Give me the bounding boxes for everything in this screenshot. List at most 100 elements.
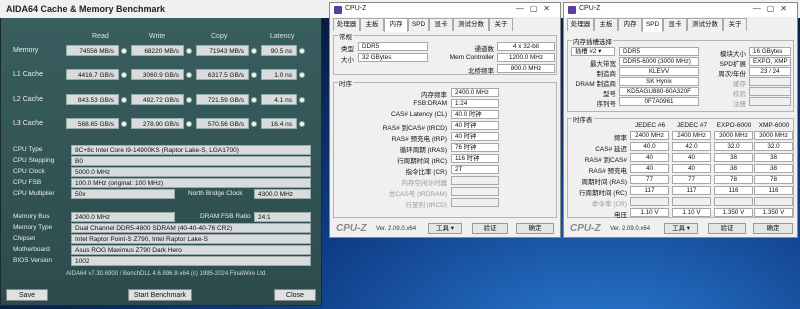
tab-graphics[interactable]: 显卡 [429, 18, 453, 31]
group-title: 内存插槽选择 [572, 36, 613, 46]
table-cell: 116 [754, 186, 793, 195]
correction-label: 校验 [733, 91, 746, 98]
table-cell: 2400 MHz [630, 131, 669, 140]
group-title: 时序 [338, 78, 353, 88]
tab-mainboard[interactable]: 主板 [360, 18, 384, 31]
tab-processor[interactable]: 处理器 [567, 18, 594, 31]
table-cell [630, 197, 669, 206]
cpuz-memory-window: CPU-Z —▢✕ 处理器 主板 内存 SPD 显卡 测试分数 关于 常规 类型… [329, 2, 561, 238]
table-cell [672, 197, 711, 206]
status-dot [121, 121, 127, 127]
status-dot [251, 72, 257, 78]
table-cell: 38 [714, 153, 753, 162]
table-cell: 77 [672, 175, 711, 184]
tab-bench[interactable]: 测试分数 [687, 18, 723, 31]
save-button[interactable]: Save [6, 289, 48, 301]
registered-label: 注册 [733, 101, 746, 108]
tab-memory[interactable]: 内存 [618, 18, 642, 31]
cpu-stepping-value: B0 [71, 156, 311, 166]
timing-label-disabled: 总CAS号 (tRDRAM) [388, 191, 447, 198]
column-header-latency: Latency [270, 33, 295, 40]
timing-label: FSB:DRAM [413, 100, 447, 107]
validate-button[interactable]: 验证 [472, 223, 508, 234]
cpuz-logo: CPU-Z [336, 223, 367, 234]
version-text: Ver. 2.09.0.x64 [610, 226, 651, 232]
table-cell: 3000 MHz [714, 131, 753, 140]
ok-button[interactable]: 确定 [753, 223, 793, 234]
close-button[interactable]: Close [274, 289, 316, 301]
column-header: JEDEC #7 [676, 122, 708, 129]
timings-group: 时序 内存频率 2400.0 MHz FSB:DRAM 1:24 CAS# La… [333, 78, 557, 218]
memory-latency-value: 90.5 ns [261, 45, 297, 56]
column-header: XMP-6000 [758, 122, 790, 129]
l2-read-value: 843.53 GB/s [66, 94, 119, 105]
max-bandwidth-value: DDR5-6000 (3000 MHz) [619, 57, 699, 66]
cpuz-logo: CPU-Z [570, 223, 601, 234]
cpu-fsb-label: CPU FSB [13, 179, 42, 186]
table-cell: 40 [672, 164, 711, 173]
status-dot [186, 121, 192, 127]
tab-spd[interactable]: SPD [642, 18, 663, 32]
channels-label: 通道数 [474, 46, 495, 53]
timing-value: 40.0 时钟 [451, 110, 499, 119]
status-dot [186, 72, 192, 78]
memory-read-value: 74556 MB/s [66, 45, 119, 56]
table-cell: 40 [630, 164, 669, 173]
cpuz-window-title: CPU-Z [579, 5, 601, 12]
group-title: 常规 [338, 31, 353, 41]
l2-latency-value: 4.1 ns [261, 94, 297, 105]
week-year-label: 周次/年份 [718, 71, 746, 78]
slot-group: 内存插槽选择 插槽 #2 ▾ DDR5 模块大小 16 GBytes 最大带宽 … [567, 36, 794, 112]
tab-memory[interactable]: 内存 [384, 18, 408, 32]
module-size-value: 16 GBytes [749, 47, 791, 56]
timing-label: RAS# 预充电 (tRP) [391, 136, 447, 143]
tools-button[interactable]: 工具 ▾ [664, 223, 698, 234]
validate-button[interactable]: 验证 [708, 223, 746, 234]
dram-manufacturer-value: SK Hynix [619, 77, 699, 86]
row-label: 电压 [614, 212, 627, 219]
tab-about[interactable]: 关于 [489, 18, 513, 31]
timing-value: 40 时钟 [451, 132, 499, 141]
window-controls-icon[interactable]: —▢✕ [753, 4, 793, 13]
row-label: 行周期时间 (RC) [578, 190, 627, 197]
row-label: 频率 [614, 135, 627, 142]
manufacturer-value: KLEVV [619, 67, 699, 76]
timing-value: 116 时钟 [451, 154, 499, 163]
tab-bench[interactable]: 测试分数 [453, 18, 489, 31]
tab-about[interactable]: 关于 [723, 18, 747, 31]
window-controls-icon[interactable]: —▢✕ [516, 4, 556, 13]
dram-fsb-ratio-label: DRAM:FSB Ratio [200, 213, 251, 220]
tab-processor[interactable]: 处理器 [333, 18, 360, 31]
start-benchmark-button[interactable]: Start Benchmark [128, 289, 192, 301]
northbridge-freq-value: 800.0 MHz [497, 64, 555, 73]
memory-bus-label: Memory Bus [13, 213, 50, 220]
tools-label: 工具 [435, 225, 449, 232]
row-label: CAS# 延迟 [595, 146, 627, 153]
channels-value: 4 x 32-bit [497, 42, 555, 51]
tab-graphics[interactable]: 显卡 [663, 18, 687, 31]
row-label: RAS# 到CAS# [584, 157, 627, 164]
ok-button[interactable]: 确定 [516, 223, 554, 234]
memory-type-label: Memory Type [13, 224, 53, 231]
spd-ext-label: SPD扩展 [719, 61, 746, 68]
timing-value: 1:24 [451, 99, 499, 108]
mem-controller-value: 1200.0 MHz [497, 53, 555, 62]
table-cell: 40 [672, 153, 711, 162]
timings-table-group: 时序表 JEDEC #6 JEDEC #7 EXPO-6000 XMP-6000… [567, 114, 794, 219]
column-header: JEDEC #6 [634, 122, 666, 129]
table-cell: 40 [630, 153, 669, 162]
tab-mainboard[interactable]: 主板 [594, 18, 618, 31]
timing-label: 指令比率 (CR) [405, 169, 447, 176]
l3-copy-value: 570.56 GB/s [196, 118, 249, 129]
motherboard-value: Asus ROG Maximus Z790 Dark Hero [71, 245, 311, 255]
status-dot [121, 97, 127, 103]
tab-spd[interactable]: SPD [408, 18, 429, 31]
timing-value-empty [451, 198, 499, 207]
memory-bus-value: 2400.0 MHz [71, 212, 175, 222]
table-cell: 38 [714, 164, 753, 173]
max-bandwidth-label: 最大带宽 [590, 61, 616, 68]
slot-select[interactable]: 插槽 #2 ▾ [571, 47, 615, 56]
cpuz-title-bar: CPU-Z —▢✕ [330, 3, 560, 17]
type-value: DDR5 [358, 42, 428, 51]
tools-button[interactable]: 工具 ▾ [428, 223, 462, 234]
